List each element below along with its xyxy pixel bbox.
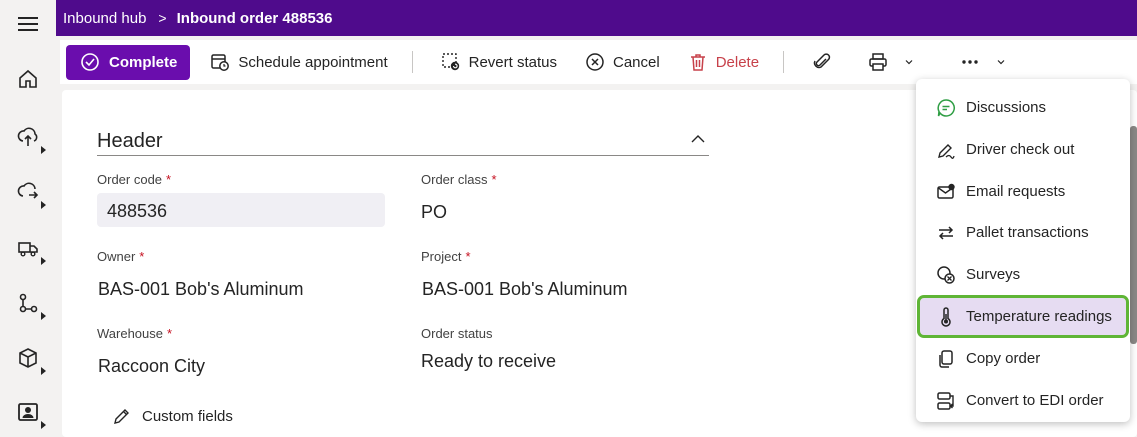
scrollbar[interactable]: [1130, 126, 1137, 344]
breadcrumb-separator: >: [158, 10, 167, 26]
order-status-label: Order status: [421, 326, 493, 341]
attach-button[interactable]: [808, 45, 844, 80]
order-class-value[interactable]: PO: [421, 202, 447, 223]
rail-expand-caret[interactable]: [41, 146, 46, 154]
check-circle-icon: [81, 53, 99, 71]
menu-item-convert-to-edi-order[interactable]: Convert to EDI order: [920, 382, 1126, 419]
project-label: Project *: [421, 249, 471, 264]
menu-item-driver-check-out[interactable]: Driver check out: [920, 131, 1126, 168]
complete-label: Complete: [109, 53, 178, 71]
pencil-icon: [114, 409, 129, 424]
menu-item-surveys[interactable]: Surveys: [920, 256, 1126, 293]
owner-value[interactable]: BAS-001 Bob's Aluminum: [98, 279, 304, 300]
complete-button[interactable]: Complete: [66, 44, 191, 80]
chevron-up-icon[interactable]: [690, 131, 706, 147]
owner-label: Owner *: [97, 249, 145, 264]
rail-expand-caret[interactable]: [41, 367, 46, 375]
command-divider: [783, 51, 785, 73]
more-horizontal-icon: [962, 60, 978, 64]
menu-item-copy-order[interactable]: Copy order: [920, 340, 1126, 377]
warehouse-value[interactable]: Raccoon City: [98, 356, 205, 377]
truck-icon[interactable]: [0, 228, 56, 268]
command-bar: Complete Schedule appointment Revert sta…: [60, 40, 1137, 84]
trash-icon: [690, 54, 705, 71]
delete-label: Delete: [715, 53, 760, 71]
home-icon[interactable]: [0, 59, 56, 99]
workflow-icon[interactable]: [0, 283, 56, 323]
convert-icon: [937, 391, 954, 410]
revert-icon: [441, 53, 459, 71]
left-nav-rail: [0, 0, 56, 437]
menu-item-temperature-readings[interactable]: Temperature readings: [917, 295, 1129, 338]
more-options-menu: Discussions Driver check out Email reque…: [916, 79, 1130, 422]
chevron-down-icon: [997, 60, 1005, 65]
rail-expand-caret[interactable]: [41, 421, 46, 429]
delete-button[interactable]: Delete: [684, 45, 763, 80]
order-status-value: Ready to receive: [421, 351, 557, 371]
rail-expand-caret[interactable]: [41, 257, 46, 265]
custom-fields-label: Custom fields: [142, 407, 233, 425]
schedule-label: Schedule appointment: [238, 53, 388, 71]
thermometer-icon: [941, 306, 951, 327]
breadcrumb: Inbound hub > Inbound order 488536: [56, 0, 1137, 36]
breadcrumb-parent[interactable]: Inbound hub: [63, 10, 146, 27]
print-button[interactable]: [864, 45, 926, 80]
order-code-label: Order code *: [97, 172, 172, 187]
calendar-clock-icon: [211, 54, 230, 71]
cancel-circle-icon: [586, 53, 604, 71]
breadcrumb-current: Inbound order 488536: [176, 9, 333, 27]
project-value[interactable]: BAS-001 Bob's Aluminum: [422, 279, 628, 300]
schedule-appointment-button[interactable]: Schedule appointment: [206, 45, 391, 80]
contact-card-icon[interactable]: [0, 392, 56, 432]
order-code-field[interactable]: 488536: [97, 193, 385, 227]
outbound-icon[interactable]: [0, 172, 56, 212]
signature-icon: [938, 143, 955, 159]
cancel-label: Cancel: [613, 53, 660, 71]
copy-icon: [939, 349, 953, 368]
survey-icon: [937, 265, 955, 284]
paperclip-icon: [813, 53, 831, 69]
section-divider: [97, 155, 709, 156]
chat-icon: [937, 98, 955, 117]
menu-item-pallet-transactions[interactable]: Pallet transactions: [920, 214, 1126, 251]
custom-fields-button[interactable]: Custom fields: [112, 406, 233, 426]
revert-label: Revert status: [468, 53, 557, 71]
rail-expand-caret[interactable]: [41, 201, 46, 209]
cancel-button[interactable]: Cancel: [581, 45, 664, 80]
warehouse-label: Warehouse *: [97, 326, 173, 341]
command-divider: [411, 51, 413, 73]
chevron-down-icon: [905, 60, 913, 65]
rail-expand-caret[interactable]: [41, 312, 46, 320]
section-title: Header: [97, 130, 163, 152]
inbound-icon[interactable]: [0, 117, 56, 157]
hamburger-menu-icon[interactable]: [0, 4, 56, 44]
menu-item-discussions[interactable]: Discussions: [920, 89, 1126, 126]
order-class-label: Order class *: [421, 172, 497, 187]
more-options-button[interactable]: [956, 45, 1018, 80]
swap-icon: [938, 225, 954, 240]
printer-icon: [869, 53, 887, 71]
menu-item-email-requests[interactable]: Email requests: [920, 173, 1126, 210]
mail-icon: [937, 183, 955, 199]
revert-status-button[interactable]: Revert status: [437, 45, 561, 80]
box-icon[interactable]: [0, 338, 56, 378]
